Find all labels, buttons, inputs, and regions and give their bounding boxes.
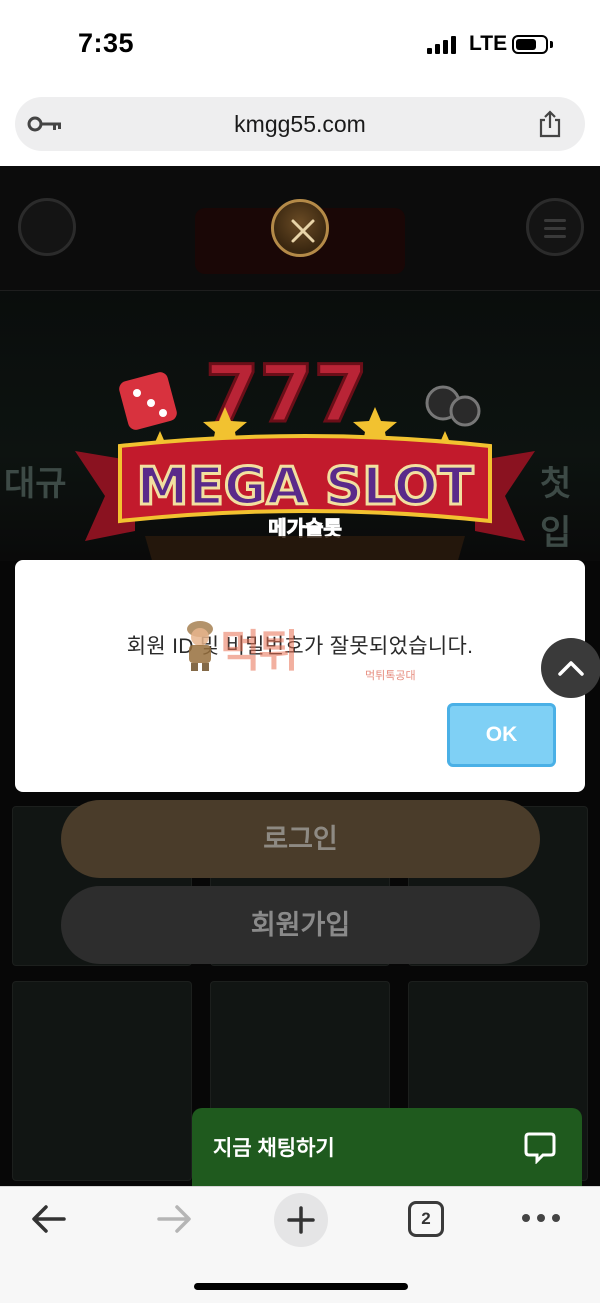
back-arrow-icon[interactable] xyxy=(30,1202,68,1236)
status-bar: 7:35 LTE xyxy=(0,0,600,90)
site-header xyxy=(0,166,600,291)
watermark: 먹튀 먹튀톡공대 xyxy=(180,615,420,695)
watermark-subtext: 먹튀톡공대 xyxy=(365,670,416,682)
dice-icon xyxy=(119,372,177,430)
ok-button[interactable]: OK xyxy=(447,703,556,767)
site-profile-icon[interactable] xyxy=(18,198,76,256)
login-button[interactable]: 로그인 xyxy=(61,800,540,878)
game-tile[interactable] xyxy=(12,981,192,1181)
battery-icon xyxy=(512,35,548,54)
signal-strength-icon xyxy=(427,36,457,54)
tabs-button[interactable]: 2 xyxy=(408,1201,444,1237)
scroll-top-button[interactable] xyxy=(541,638,600,698)
forward-arrow-icon[interactable] xyxy=(155,1202,193,1236)
more-options-icon[interactable] xyxy=(522,1214,560,1224)
browser-toolbar: 2 xyxy=(0,1186,600,1303)
close-icon[interactable] xyxy=(271,199,329,257)
status-time: 7:35 xyxy=(78,28,135,58)
chevron-up-icon xyxy=(558,661,584,676)
share-icon[interactable] xyxy=(535,109,565,139)
network-type: LTE xyxy=(469,32,508,55)
watermark-text: 먹튀 xyxy=(220,627,299,676)
url-text[interactable]: kmgg55.com xyxy=(15,111,585,138)
home-indicator xyxy=(194,1283,408,1290)
chat-bubble-icon xyxy=(524,1132,556,1164)
banner-left-text: 대규 xyxy=(4,465,67,503)
plus-icon xyxy=(287,1206,315,1234)
browser-address-area: kmgg55.com xyxy=(0,90,600,166)
soldier-mascot-icon xyxy=(187,621,213,671)
chat-label: 지금 채팅하기 xyxy=(213,1137,335,1160)
svg-text:MEGA SLOT: MEGA SLOT xyxy=(137,457,474,517)
address-bar[interactable]: kmgg55.com xyxy=(15,97,585,151)
battery-tip xyxy=(550,41,553,48)
new-tab-button[interactable] xyxy=(274,1193,328,1247)
menu-icon[interactable] xyxy=(526,198,584,256)
mega-slot-logo: 777 MEGA SLOT 메가슬롯 xyxy=(75,349,535,571)
signup-button[interactable]: 회원가입 xyxy=(61,886,540,964)
live-chat-widget[interactable]: 지금 채팅하기 xyxy=(192,1108,582,1186)
